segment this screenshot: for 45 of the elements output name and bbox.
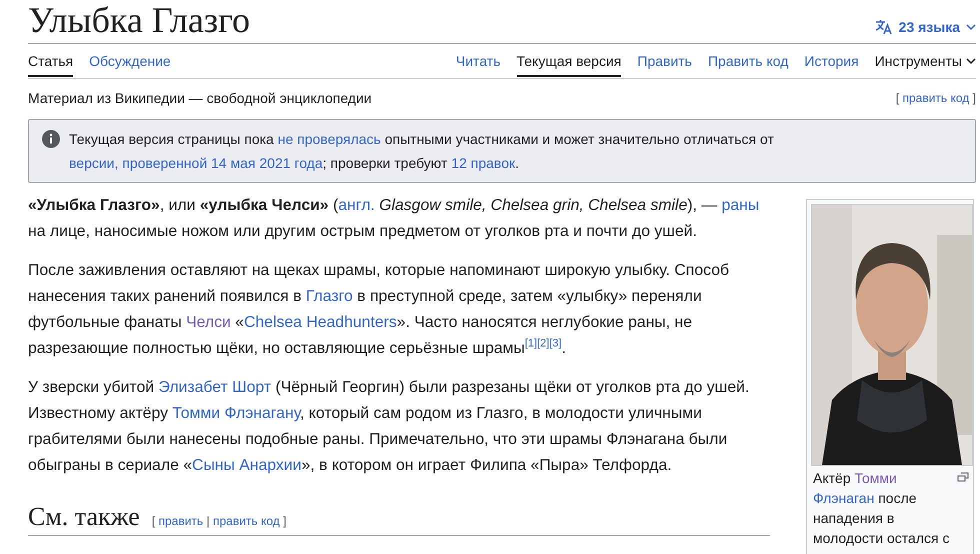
- link[interactable]: Глазго: [306, 288, 353, 305]
- notice-text: Текущая версия страницы пока не проверялась опытными участниками и может значительно отличаться от версии, проверенной 14 мая 2021 года; проверки требуют 12 правок.: [69, 130, 775, 173]
- info-icon: [41, 129, 61, 149]
- tab[interactable]: Править код: [708, 44, 788, 77]
- chevron-down-icon: [966, 56, 976, 66]
- link[interactable]: Томми Флэнагану: [172, 405, 300, 422]
- paragraph: У зверски убитой Элизабет Шорт (Чёрный Георгин) были разрезаны щёки от уголков рта до ушей. Известному актёру Томми Флэнагану, который сам родом из Глазго, в молодости уличными грабителями были нанесены подобные раны. Примечательно, что эти шрамы Флэнагана были обыграны в сериале «Сыны Анархии», в котором он играет Филипа «Пыра» Телфорда.: [28, 378, 750, 476]
- link[interactable]: Флэнаган: [813, 490, 874, 506]
- tab[interactable]: Текущая версия: [516, 44, 622, 77]
- tab[interactable]: История: [804, 44, 859, 77]
- separator: |: [206, 514, 210, 528]
- link[interactable]: Элизабет Шорт: [158, 379, 272, 396]
- link[interactable]: Chelsea Headhunters: [244, 314, 397, 331]
- tab[interactable]: Обсуждение: [89, 44, 171, 77]
- enlarge-icon[interactable]: [957, 472, 969, 482]
- edit-code-link[interactable]: править код: [902, 91, 970, 105]
- link[interactable]: Челси: [186, 314, 231, 331]
- link[interactable]: не проверялась: [278, 131, 381, 147]
- figure-caption: Актёр Томми Флэнаган после нападения в молодости остался с: [813, 469, 950, 548]
- link[interactable]: 12 правок: [451, 155, 516, 171]
- link[interactable]: Томми: [854, 470, 897, 486]
- link[interactable]: раны: [722, 197, 760, 214]
- tools-menu[interactable]: Инструменты: [874, 44, 976, 77]
- translate-icon: [874, 19, 893, 35]
- tagline: Материал из Википедии — свободной энциклопедии: [28, 90, 372, 106]
- reference-link[interactable]: [2]: [537, 338, 550, 350]
- link[interactable]: англ.: [338, 197, 375, 214]
- bracket: [: [152, 514, 156, 528]
- link[interactable]: Сыны Анархии: [192, 457, 302, 474]
- chevron-down-icon: [966, 22, 976, 32]
- bracket: [: [896, 91, 900, 105]
- tab[interactable]: Читать: [456, 44, 500, 77]
- edit-link[interactable]: править: [158, 514, 204, 528]
- languages-button[interactable]: 23 языка: [874, 19, 976, 43]
- reference-link[interactable]: [1]: [524, 338, 538, 350]
- bracket: ]: [283, 514, 286, 528]
- link[interactable]: версии, проверенной 14 мая 2021 года: [69, 155, 323, 171]
- page-title: Улыбка Глазго: [28, 0, 250, 40]
- bracket: ]: [972, 91, 976, 105]
- tab[interactable]: Статья: [28, 44, 74, 77]
- section-heading: См. также: [28, 501, 140, 533]
- tab[interactable]: Править: [637, 44, 692, 77]
- paragraph: «Улыбка Глазго», или «улыбка Челси» (англ. Glasgow smile, Chelsea grin, Chelsea smile), — раны на лице, наносимые ножом или другим острым предметом от уголков рта и почти до ушей.: [28, 196, 760, 242]
- edit-code-link[interactable]: править код: [212, 514, 280, 528]
- reference-link[interactable]: [3]: [549, 338, 562, 350]
